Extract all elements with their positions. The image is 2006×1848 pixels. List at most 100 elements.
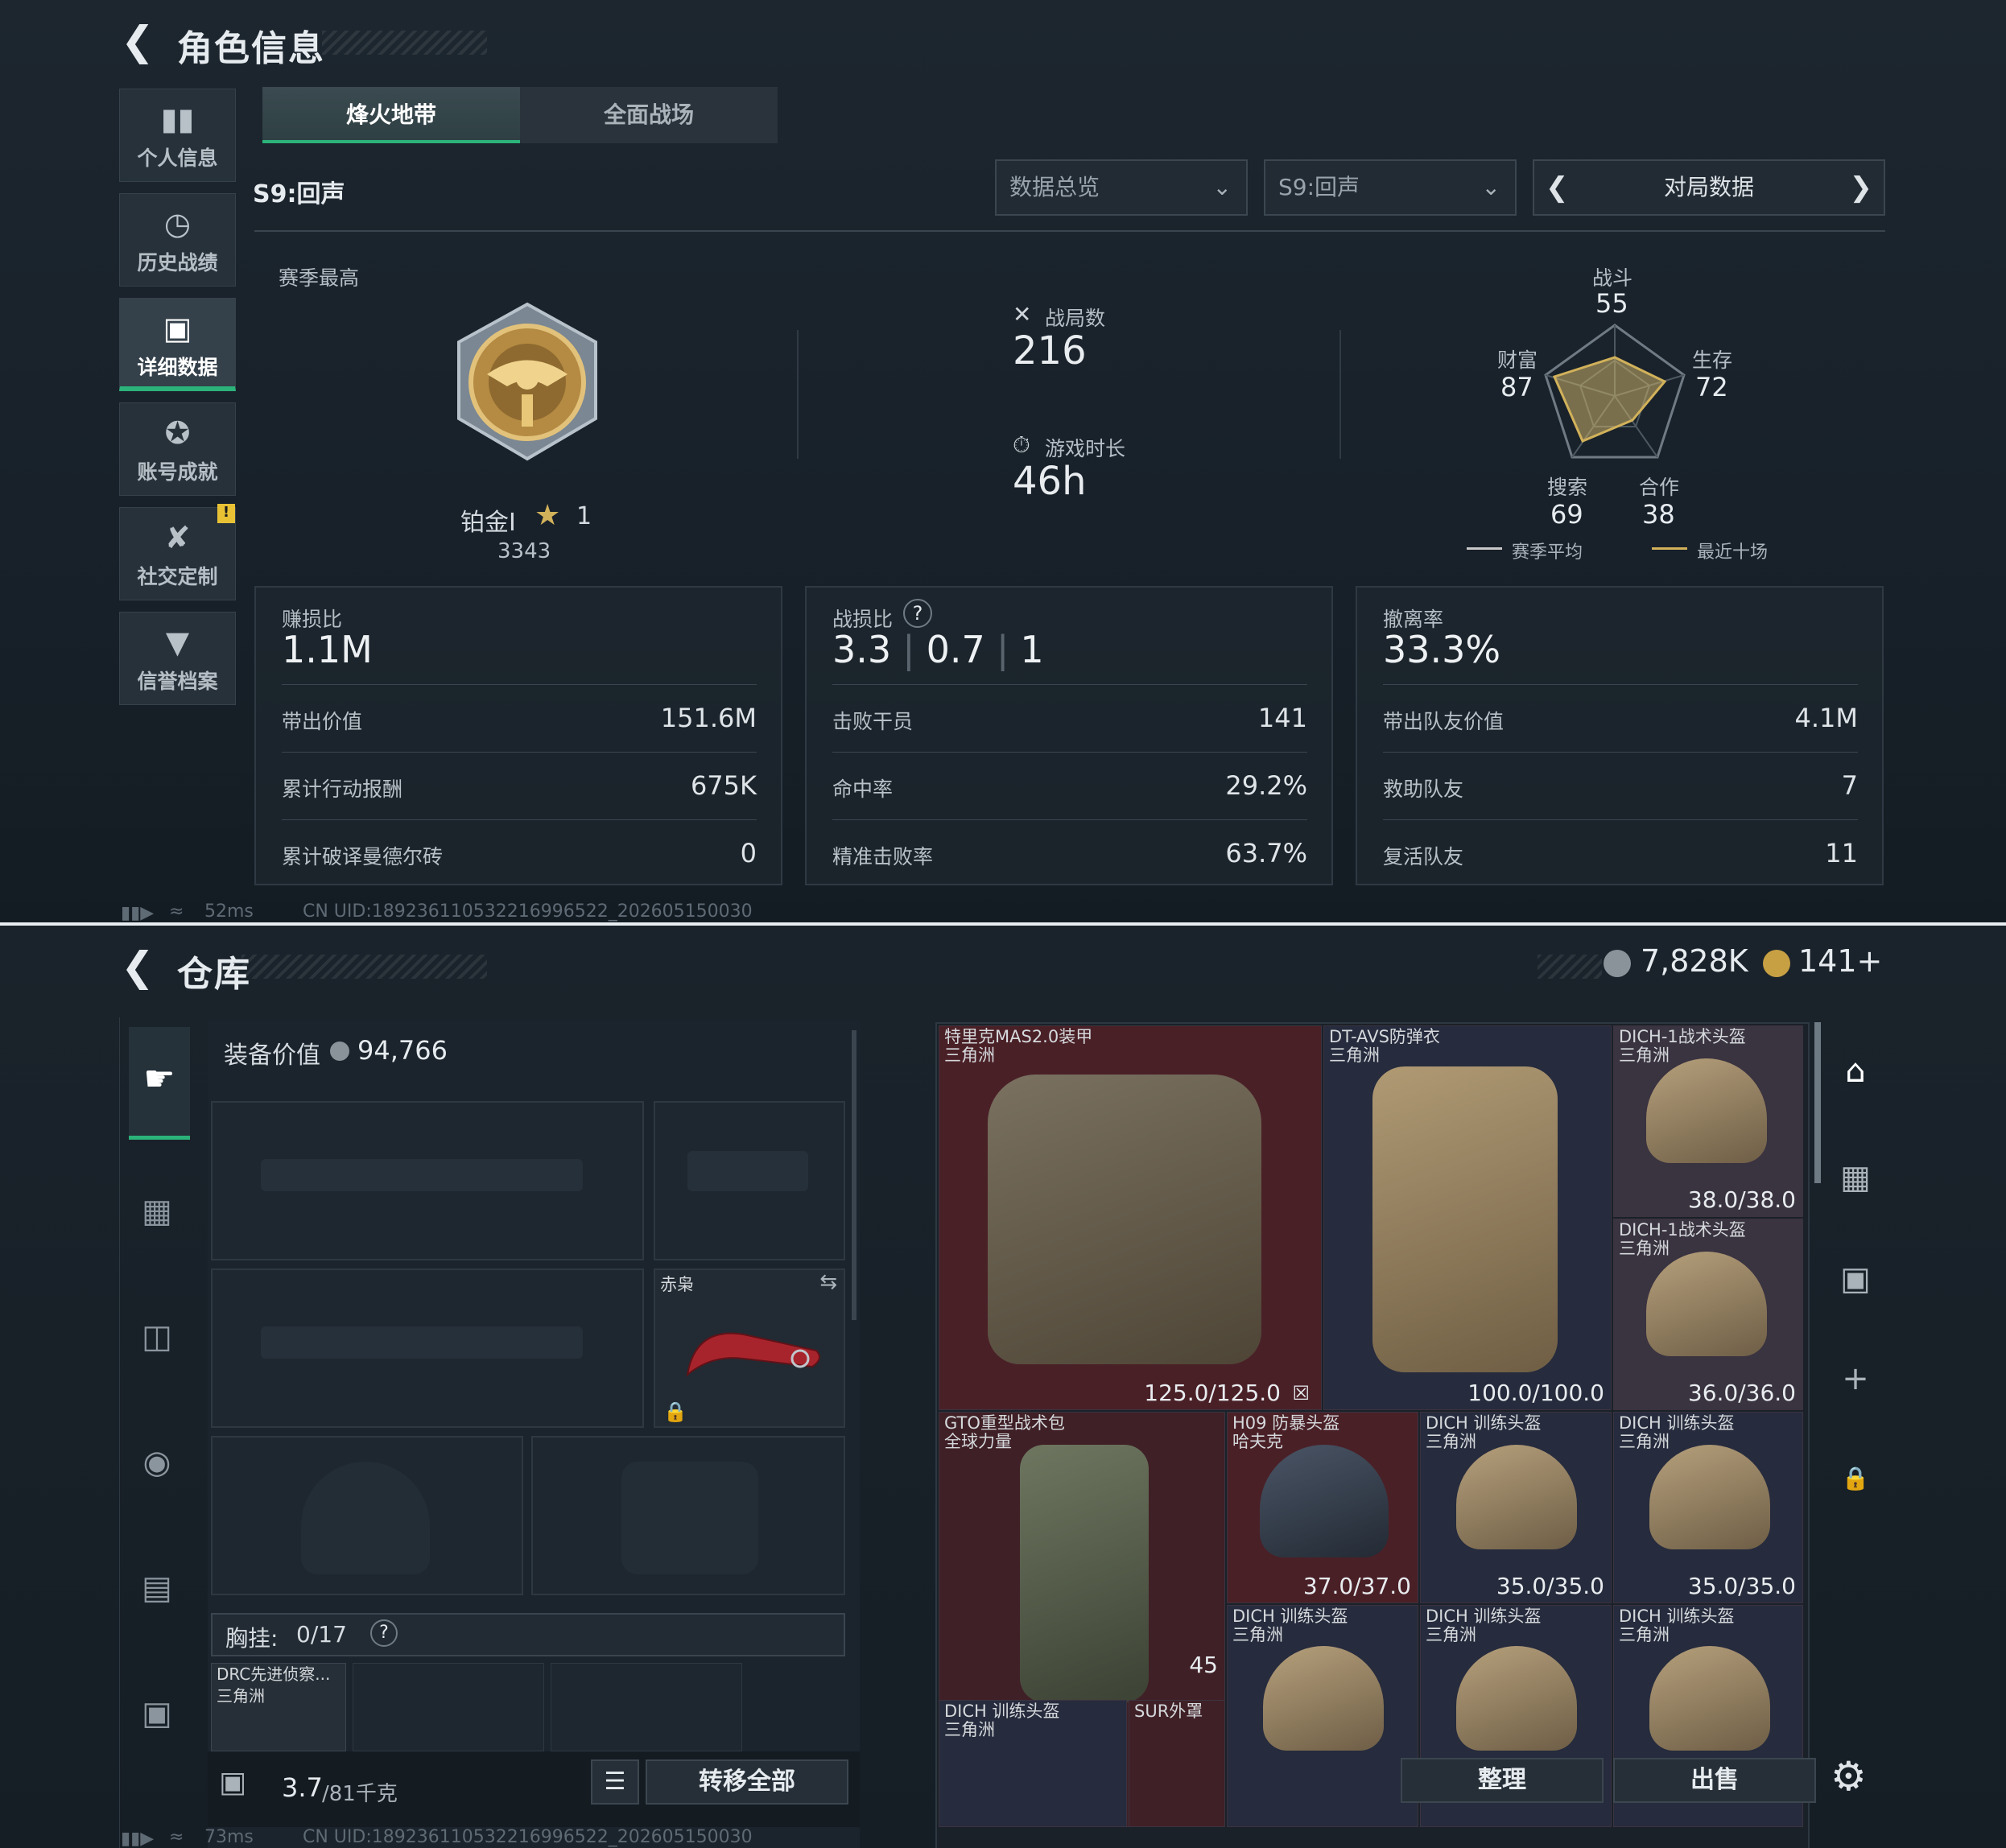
stat-row: 累计破译曼德尔砖 0 <box>282 819 757 887</box>
radar-label-wealth: 财富 <box>1497 349 1538 372</box>
secondary-weapon-slot[interactable] <box>211 1268 644 1428</box>
legend-season-avg: 赛季平均 <box>1512 542 1583 563</box>
overview-dropdown[interactable]: 数据总览 ⌄ <box>995 159 1248 216</box>
knife-name: 赤枭 <box>660 1275 694 1294</box>
pistol-slot[interactable] <box>654 1101 845 1260</box>
nav-detailed-data[interactable]: ▣ 详细数据 <box>119 298 236 391</box>
inventory-item[interactable]: DICH 训练头盔 三角洲 35.0/35.0 <box>1420 1412 1612 1603</box>
folder-icon: ▣ <box>163 311 192 346</box>
melee-slot[interactable]: 赤枭 ⇆ 🔒 <box>654 1268 845 1428</box>
inventory-item[interactable]: DT-AVS防弹衣 三角洲 100.0/100.0 <box>1323 1025 1612 1410</box>
divider <box>797 330 799 459</box>
helmet-icon <box>1456 1445 1577 1549</box>
shield-icon: ▼ <box>165 625 190 660</box>
bar-chart-icon: ▮▮ <box>160 101 195 137</box>
nav-history[interactable]: ◷ 历史战绩 <box>119 193 236 287</box>
radar-chart <box>1544 324 1686 459</box>
inventory-item[interactable]: SUR外罩 <box>1129 1700 1225 1827</box>
storage-icon[interactable]: ⌂ <box>1827 1053 1884 1090</box>
chest-item-slot[interactable]: DRC先进侦察... 三角洲 <box>211 1663 346 1751</box>
history-icon: ◷ <box>163 206 192 241</box>
vest-icon <box>1372 1066 1558 1372</box>
pistol-icon[interactable]: ☛ <box>129 1027 190 1140</box>
grid-fade <box>939 1827 1808 1848</box>
exchange-icon[interactable]: ▦ <box>1827 1159 1884 1196</box>
card-value: 1.1M <box>282 628 373 671</box>
equip-value-label: 装备价值 <box>224 1042 320 1070</box>
weight-max: /81千克 <box>322 1782 398 1806</box>
helmet-slot[interactable] <box>211 1436 523 1595</box>
inventory-item[interactable]: DICH 训练头盔 三角洲 <box>1227 1605 1418 1827</box>
equip-value: 94,766 <box>357 1035 448 1066</box>
inventory-item[interactable]: DICH-1战术头盔 三角洲 38.0/38.0 <box>1613 1025 1803 1217</box>
plus-icon[interactable]: + <box>1827 1360 1884 1397</box>
lock-icon[interactable]: 🔒 <box>1827 1465 1884 1491</box>
chevron-right-icon[interactable]: ❯ <box>1850 161 1873 214</box>
camera-icon[interactable]: ▣ <box>1827 1260 1884 1297</box>
stopwatch-icon: ⏱ <box>1013 431 1030 458</box>
season-label: S9:回声 <box>253 180 345 208</box>
crossed-swords-icon: ✕ <box>1013 301 1032 328</box>
star-icon: ★ <box>535 499 561 532</box>
no-repair-icon: ☒ <box>1292 1382 1310 1405</box>
scrollbar[interactable] <box>852 1030 856 1320</box>
inventory-item[interactable]: DICH 训练头盔 三角洲 <box>939 1700 1127 1827</box>
match-data-switcher[interactable]: ❮ 对局数据 ❯ <box>1533 159 1885 216</box>
wifi-icon: ≈ <box>169 901 184 922</box>
swap-icon[interactable]: ⇆ <box>819 1270 837 1294</box>
season-dropdown[interactable]: S9:回声 ⌄ <box>1264 159 1517 216</box>
inventory-item[interactable]: 特里克MAS2.0装甲 三角洲 125.0/125.0 ☒ <box>939 1025 1322 1410</box>
ping-label: 73ms <box>204 1827 254 1847</box>
inventory-item[interactable]: H09 防暴头盔 哈夫克 37.0/37.0 <box>1227 1412 1418 1603</box>
toolbox-category-icon[interactable]: ▣ <box>121 1695 193 1732</box>
chest-empty-slot[interactable] <box>551 1663 742 1751</box>
nav-reputation[interactable]: ▼ 信誉档案 <box>119 612 236 705</box>
rank-stars: 1 <box>576 502 592 530</box>
chevron-left-icon[interactable]: ❮ <box>1546 161 1569 214</box>
stat-row: 击败干员 141 <box>832 684 1307 752</box>
scrollbar[interactable] <box>1814 1022 1821 1183</box>
tools-icon: ✘ <box>164 520 191 555</box>
divider <box>254 230 1885 232</box>
inventory-item[interactable]: DICH-1战术头盔 三角洲 36.0/36.0 <box>1613 1219 1803 1410</box>
back-arrow-icon[interactable]: ❮ <box>121 943 155 990</box>
list-icon[interactable]: ☰ <box>591 1759 639 1805</box>
pistol-silhouette-icon <box>687 1151 808 1191</box>
armor-slot[interactable] <box>531 1436 845 1595</box>
helmet-icon <box>1649 1646 1770 1751</box>
nav-personal-info[interactable]: ▮▮ 个人信息 <box>119 89 236 182</box>
transfer-all-button[interactable]: 转移全部 <box>646 1759 848 1805</box>
title-decoration <box>241 955 487 979</box>
help-icon[interactable]: ? <box>370 1619 398 1647</box>
backpack-category-icon[interactable]: ◫ <box>121 1318 193 1355</box>
radar-value-cooperation: 38 <box>1642 499 1675 530</box>
armor-category-icon[interactable]: ▦ <box>121 1193 193 1230</box>
divider <box>1339 330 1341 459</box>
alert-badge-icon: ! <box>217 504 235 523</box>
tab-battlefield[interactable]: 全面战场 <box>520 87 778 143</box>
nav-achievements[interactable]: ✪ 账号成就 <box>119 402 236 496</box>
matches-label: 战局数 <box>1045 307 1106 330</box>
container-category-icon[interactable]: ▤ <box>121 1570 193 1607</box>
radar-recent-polygon <box>1552 356 1667 443</box>
battery-icon: ▮▮▶ <box>121 1829 155 1848</box>
help-icon[interactable]: ? <box>903 599 932 628</box>
sell-button[interactable]: 出售 <box>1613 1758 1816 1803</box>
currency-premium[interactable]: 141+ <box>1798 943 1882 979</box>
chest-empty-slot[interactable] <box>353 1663 544 1751</box>
sort-button[interactable]: 整理 <box>1401 1758 1604 1803</box>
warehouse-screen: ❮ 仓库 7,828K 141+ ☛ ▦ ◫ ◉ ▤ ▣ 装备价值 94,766… <box>0 926 2006 1848</box>
tab-firezone[interactable]: 烽火地带 <box>262 87 520 143</box>
weight-icon: ▣ <box>219 1766 247 1799</box>
chevron-down-icon: ⌄ <box>1481 174 1500 200</box>
rifle-silhouette-icon <box>261 1159 583 1191</box>
primary-weapon-slot[interactable] <box>211 1101 644 1260</box>
gear-icon[interactable]: ⚙ <box>1831 1753 1867 1800</box>
card-value: 33.3% <box>1383 628 1501 671</box>
page-title: 仓库 <box>177 954 251 995</box>
helmet-category-icon[interactable]: ◉ <box>121 1444 193 1481</box>
inventory-item[interactable]: DICH 训练头盔 三角洲 35.0/35.0 <box>1613 1412 1803 1603</box>
back-arrow-icon[interactable]: ❮ <box>121 18 155 64</box>
legend-season-avg-swatch <box>1467 547 1502 550</box>
armor-silhouette-icon <box>621 1462 758 1574</box>
